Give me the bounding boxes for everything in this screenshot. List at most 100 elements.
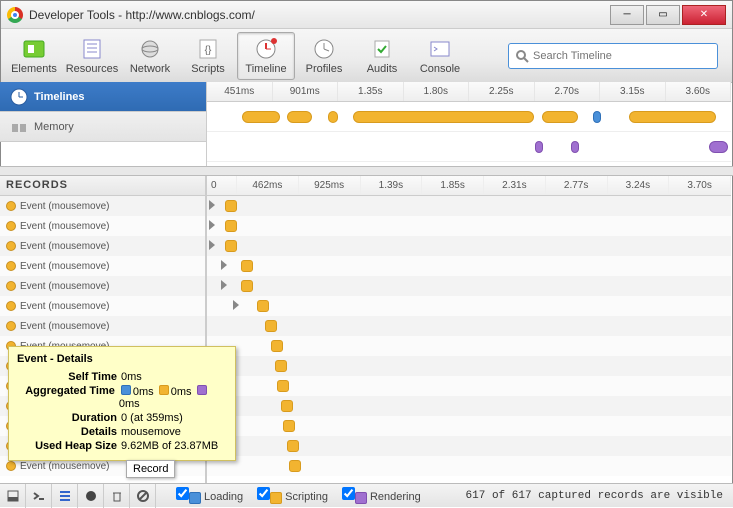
chart-row[interactable] [207,316,731,336]
event-marker[interactable] [265,320,277,332]
chart-row[interactable] [207,396,731,416]
splitter[interactable] [0,166,733,176]
chart-row[interactable] [207,336,731,356]
overview-bar[interactable] [328,111,338,123]
chart-row[interactable] [207,416,731,436]
svg-text:{}: {} [205,45,212,56]
legend-loading[interactable]: Loading [176,487,243,503]
overview-track-1[interactable] [207,102,731,132]
sidetab-memory[interactable]: Memory [0,112,206,142]
tab-timeline[interactable]: Timeline [237,32,295,80]
tab-profiles[interactable]: Profiles [295,32,353,80]
record-label: Event (mousemove) [20,301,109,312]
event-bullet-icon [6,281,16,291]
filter-button[interactable] [130,484,156,508]
toolbar: Elements Resources Network {}Scripts Tim… [1,29,732,83]
event-marker[interactable] [225,200,237,212]
record-row[interactable]: Event (mousemove) [0,236,205,256]
overview-ruler: 451ms 901ms 1.35s 1.80s 2.25s 2.70s 3.15… [207,82,731,102]
sidetab-timelines[interactable]: Timelines [0,82,206,112]
chart-row[interactable] [207,196,731,216]
overview-bar[interactable] [629,111,716,123]
overview-bar[interactable] [542,111,578,123]
tick: 2.31s [484,176,546,195]
loading-checkbox[interactable] [176,487,189,500]
event-marker[interactable] [241,280,253,292]
chart-row[interactable] [207,216,731,236]
dock-button[interactable] [0,484,26,508]
chart-row[interactable] [207,256,731,276]
chart-rows[interactable] [207,196,731,483]
tab-elements[interactable]: Elements [5,32,63,80]
event-marker[interactable] [271,340,283,352]
record-label: Event (mousemove) [20,221,109,232]
chart-row[interactable] [207,456,731,476]
maximize-button[interactable]: ▭ [646,5,680,25]
list-view-button[interactable] [52,484,78,508]
overview-bar[interactable] [353,111,535,123]
duration-value: 0 (at 359ms) [121,412,183,424]
chart-row[interactable] [207,236,731,256]
clear-button[interactable] [104,484,130,508]
disclosure-triangle-icon[interactable] [209,220,215,230]
rendering-checkbox[interactable] [342,487,355,500]
record-row[interactable]: Event (mousemove) [0,216,205,236]
tab-resources[interactable]: Resources [63,32,121,80]
event-marker[interactable] [289,460,301,472]
close-button[interactable]: ✕ [682,5,726,25]
tab-label: Resources [66,63,119,75]
overview-bar[interactable] [242,111,280,123]
search-input[interactable] [533,50,711,62]
overview-bar[interactable] [535,141,543,153]
chart-ruler: 0 462ms 925ms 1.39s 1.85s 2.31s 2.77s 3.… [207,176,731,196]
record-row[interactable]: Event (mousemove) [0,256,205,276]
disclosure-triangle-icon[interactable] [221,280,227,290]
event-marker[interactable] [257,300,269,312]
event-marker[interactable] [225,220,237,232]
chart-row[interactable] [207,276,731,296]
statusbar: Loading Scripting Rendering 617 of 617 c… [0,483,733,507]
overview-bar[interactable] [709,141,728,153]
search-icon [515,49,529,63]
legend-scripting[interactable]: Scripting [257,487,328,503]
console-icon [426,37,454,61]
record-row[interactable]: Event (mousemove) [0,276,205,296]
disclosure-triangle-icon[interactable] [209,240,215,250]
overview-bar[interactable] [571,141,579,153]
record-row[interactable]: Event (mousemove) [0,296,205,316]
event-marker[interactable] [281,400,293,412]
disclosure-triangle-icon[interactable] [209,200,215,210]
event-marker[interactable] [241,260,253,272]
event-marker[interactable] [225,240,237,252]
search-box[interactable] [508,43,718,69]
minimize-button[interactable]: ─ [610,5,644,25]
record-row[interactable]: Event (mousemove) [0,196,205,216]
disclosure-triangle-icon[interactable] [221,260,227,270]
scripting-checkbox[interactable] [257,487,270,500]
console-toggle-button[interactable] [26,484,52,508]
event-marker[interactable] [283,420,295,432]
agg-value: 0ms 0ms 0ms [119,385,227,410]
event-marker[interactable] [287,440,299,452]
disclosure-triangle-icon[interactable] [233,300,239,310]
tick: 901ms [273,82,339,101]
titlebar: Developer Tools - http://www.cnblogs.com… [1,1,732,29]
tab-network[interactable]: Network [121,32,179,80]
tab-scripts[interactable]: {}Scripts [179,32,237,80]
overview-bar[interactable] [287,111,312,123]
legend-rendering[interactable]: Rendering [342,487,421,503]
chart-row[interactable] [207,296,731,316]
event-marker[interactable] [275,360,287,372]
tab-console[interactable]: Console [411,32,469,80]
record-button[interactable] [78,484,104,508]
record-row[interactable]: Event (mousemove) [0,316,205,336]
chart-row[interactable] [207,436,731,456]
profiles-icon [310,37,338,61]
event-marker[interactable] [277,380,289,392]
tick: 3.15s [600,82,666,101]
tab-audits[interactable]: Audits [353,32,411,80]
chart-row[interactable] [207,356,731,376]
overview-track-2[interactable] [207,132,731,162]
chart-row[interactable] [207,376,731,396]
overview-bar[interactable] [593,111,601,123]
